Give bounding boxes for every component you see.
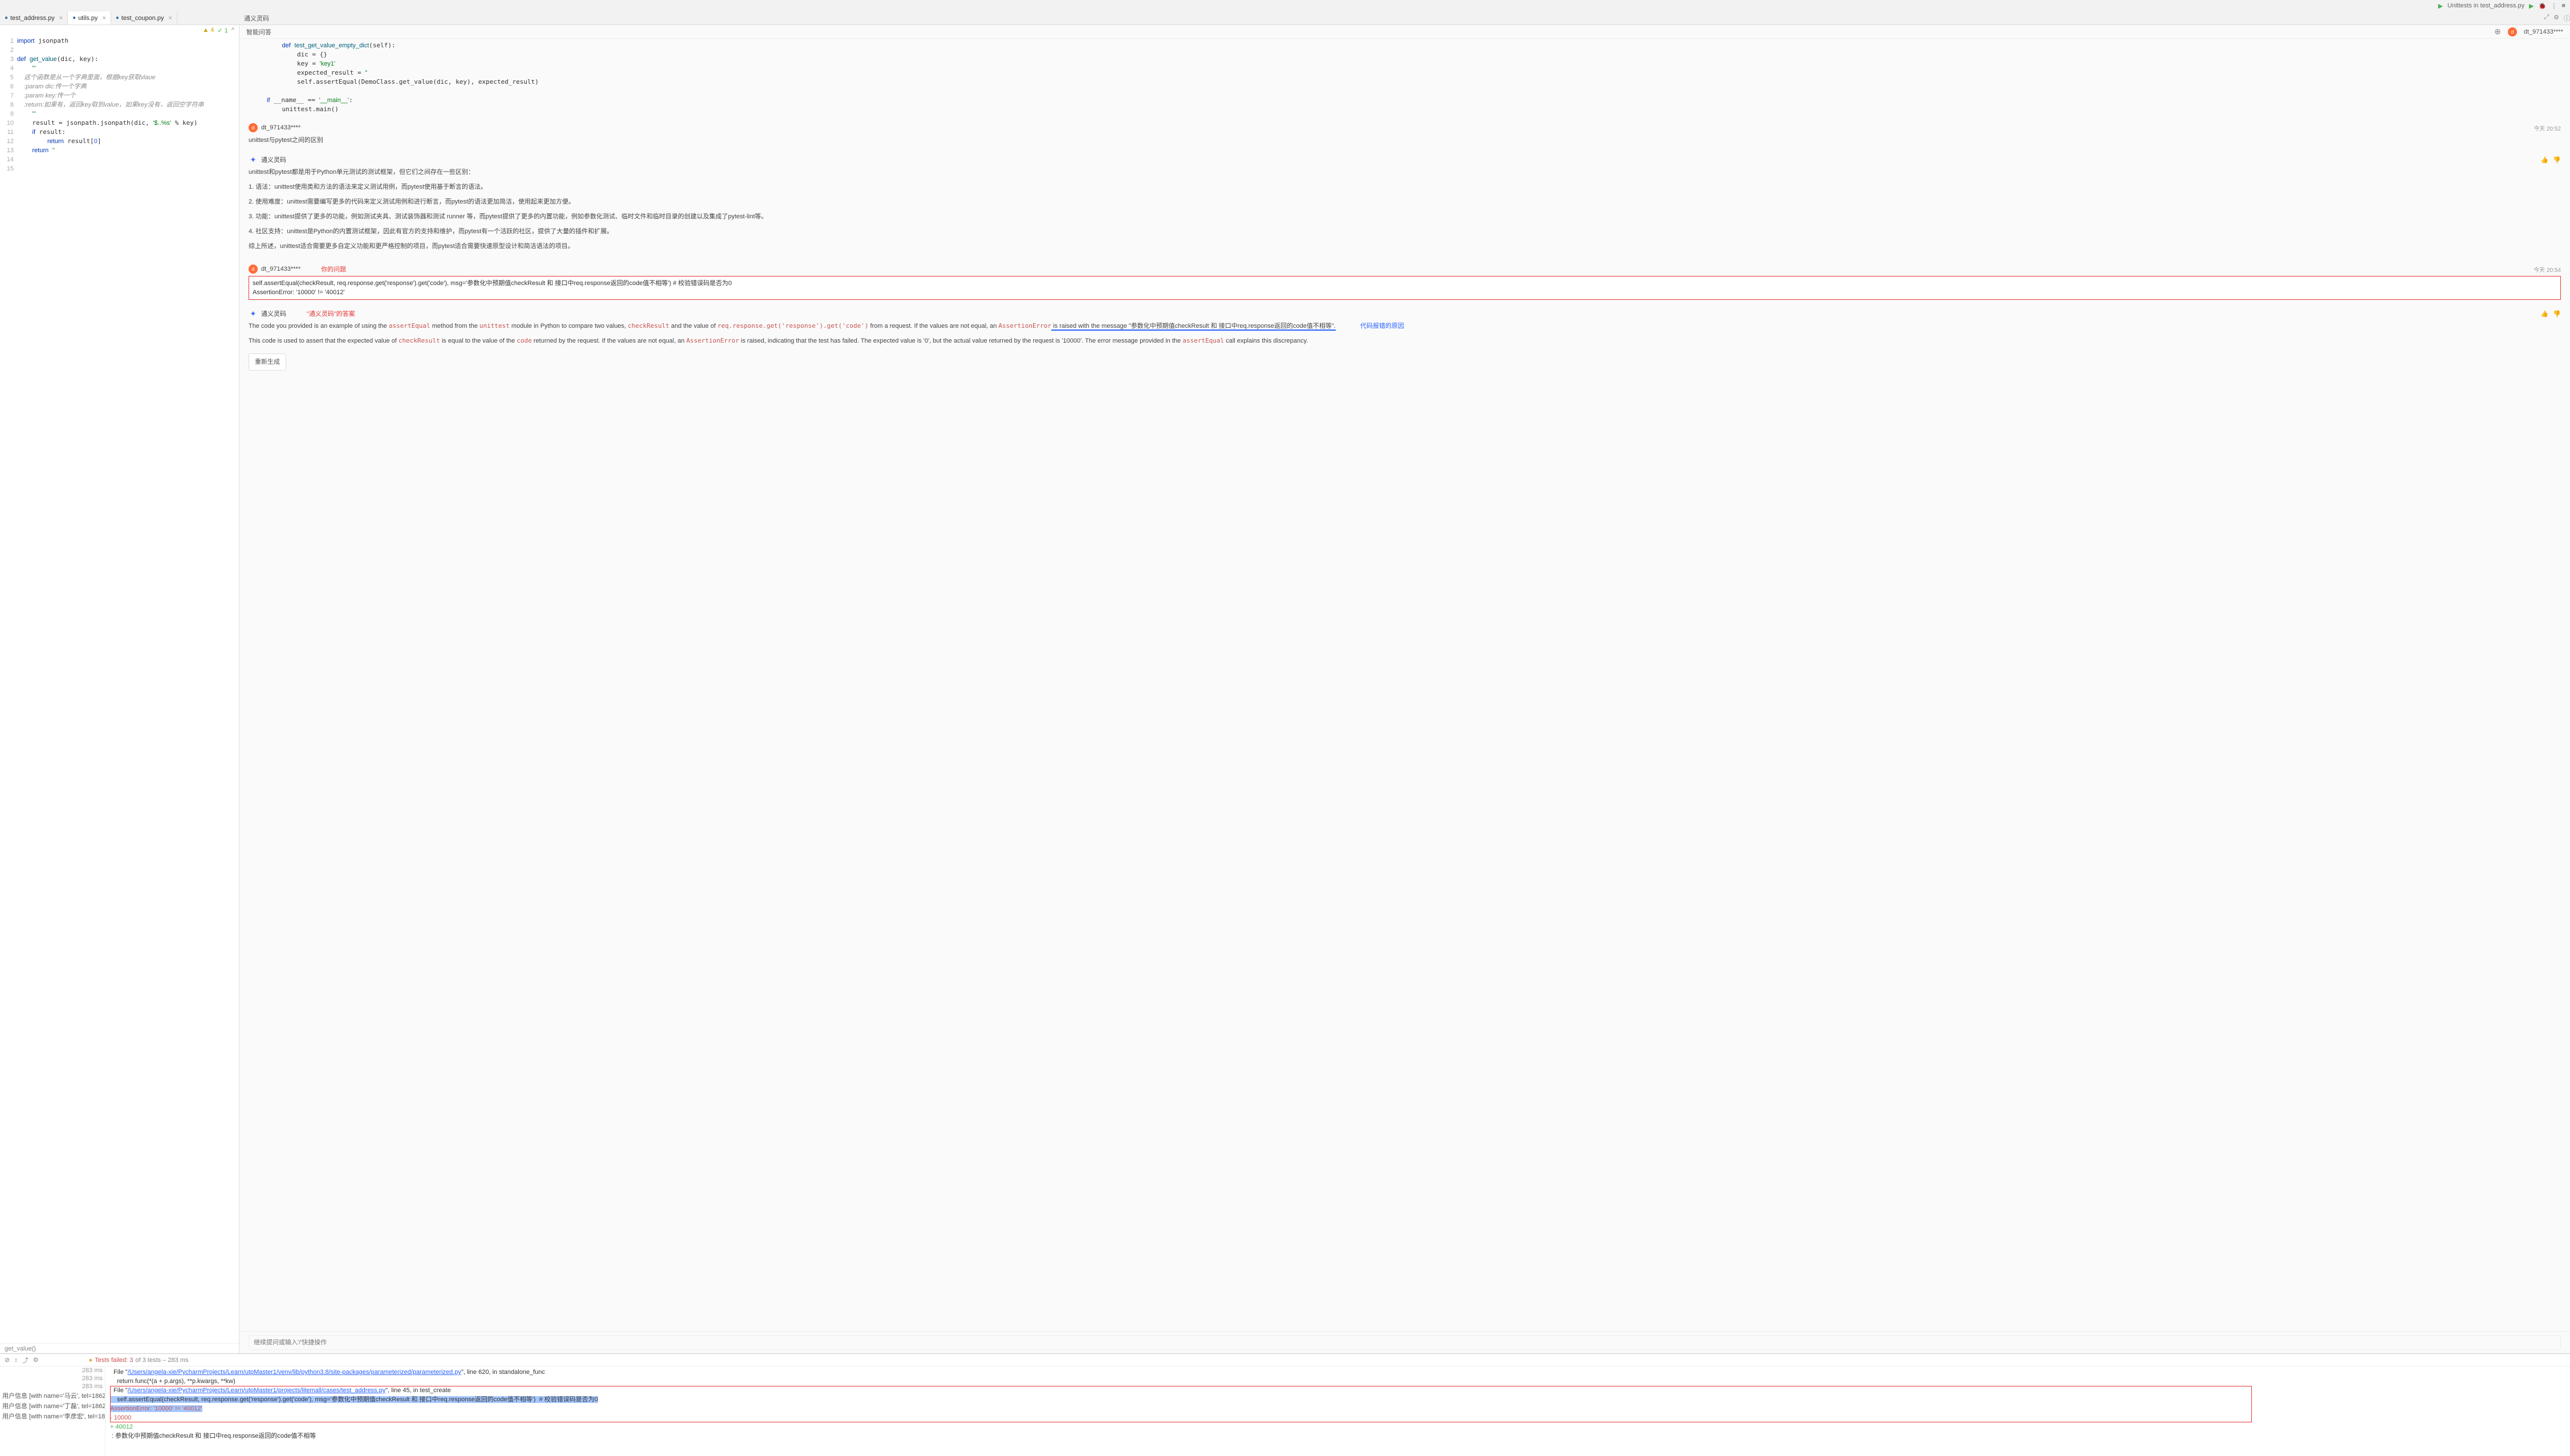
annotation-label: "通义灵码"的答案 (307, 309, 355, 318)
export-icon[interactable]: ⤴ (22, 1356, 29, 1365)
thumbs-down-icon[interactable]: 👎 (2553, 156, 2561, 164)
thumbs-up-icon[interactable]: 👍 (2541, 156, 2549, 164)
error-line: AssertionError: '10000' != '40012' (253, 288, 2557, 297)
test-row[interactable]: 283 ms (0, 1366, 105, 1374)
msg-text: 2. 使用难度：unittest需要编写更多的代码来定义测试用例和进行断言，而p… (249, 196, 2561, 208)
filter-icon[interactable]: ⊘ (5, 1356, 10, 1364)
test-row[interactable]: 用户信息 [with name='李彦宏', tel=18663 ms (0, 1411, 105, 1421)
fail-icon: ● (89, 1357, 93, 1364)
more-icon[interactable]: ⋮ (2551, 2, 2557, 10)
run-icon[interactable]: ▶ (2529, 2, 2534, 10)
chat-panel-title: 通义灵码 ⤢ ⚙ ⓘ (239, 11, 2570, 25)
chat-expand-icon[interactable]: ⤢ (2544, 14, 2549, 23)
msg-user: dt_971433**** (261, 124, 300, 131)
file-link[interactable]: /Users/angela-xie/PycharmProjects/Learn/… (128, 1387, 385, 1394)
msg-text: 1. 语法：unittest使用类和方法的语法来定义测试用例，而pytest使用… (249, 181, 2561, 193)
user-avatar: d (249, 265, 258, 274)
test-console[interactable]: File "/Users/angela-xie/PycharmProjects/… (105, 1366, 2570, 1456)
test-summary: of 3 tests – 283 ms (136, 1357, 189, 1364)
tab-test-coupon[interactable]: ●test_coupon.py × (111, 11, 177, 25)
highlighted-line: self.assertEqual(checkResult, req.respon… (110, 1396, 598, 1403)
msg-bot-name: 通义灵码 (261, 155, 286, 164)
msg-text: unittest和pytest都是用于Python单元测试的测试框架，但它们之间… (249, 166, 2561, 178)
python-icon: ● (116, 15, 119, 21)
close-icon[interactable]: × (59, 15, 63, 22)
bottom-panel: ⊘ ↕ ⤴ ⚙ ● Tests failed: 3 of 3 tests – 2… (0, 1353, 2570, 1456)
msg-text: The code you provided is an example of u… (249, 320, 2561, 332)
file-link[interactable]: /Users/angela-xie/PycharmProjects/Learn/… (128, 1369, 461, 1376)
code-content[interactable]: import jsonpath def get_value(dic, key):… (17, 35, 239, 1343)
chat-tab-label[interactable]: 智能问答 (246, 27, 271, 36)
annotation-label: 你的问题 (321, 265, 346, 274)
user-avatar[interactable]: d (2508, 27, 2517, 36)
debug-icon[interactable]: 🐞 (2539, 2, 2547, 10)
msg-text: 综上所述，unittest适合需要更多自定义功能和更严格控制的项目，而pytes… (249, 241, 2561, 252)
chat-input[interactable] (249, 1335, 2561, 1350)
test-row[interactable]: 用户信息 [with name='马云', tel=1862154 ms (0, 1390, 105, 1401)
msg-time: 今天 20:52 (2534, 124, 2561, 132)
python-icon: ● (72, 15, 76, 21)
msg-text: This code is used to assert that the exp… (249, 335, 2561, 347)
test-row[interactable]: 283 ms (0, 1374, 105, 1382)
run-config-icon[interactable]: ▶ (2438, 2, 2443, 10)
check-indicator[interactable]: ✓ 1 (217, 27, 227, 34)
chat-info-icon[interactable]: ⓘ (2564, 14, 2570, 23)
error-line: self.assertEqual(checkResult, req.respon… (253, 279, 2557, 288)
ide-topbar: ▶ Unittests in test_address.py ▶ 🐞 ⋮ ■ (0, 0, 2570, 11)
bot-message: ✦ 通义灵码 👍 👎 unittest和pytest都是用于Python单元测试的… (239, 151, 2570, 260)
msg-text: unittest与pytest之间的区别 (249, 137, 323, 144)
msg-bot-name: 通义灵码 (261, 309, 286, 318)
bot-message: ✦ 通义灵码 "通义灵码"的答案 👍 👎 The code you provide… (239, 304, 2570, 375)
test-tree[interactable]: 283 ms 283 ms 283 ms 用户信息 [with name='马云… (0, 1366, 105, 1456)
user-message: d dt_971433**** 你的问题 今天 20:54 self.asser… (239, 260, 2570, 304)
chat-settings-icon[interactable]: ⚙ (2553, 14, 2559, 23)
test-row[interactable]: 用户信息 [with name='丁磊', tel=1862166 ms (0, 1401, 105, 1411)
msg-user: dt_971433**** (261, 266, 300, 273)
run-config-label[interactable]: Unittests in test_address.py (2447, 2, 2524, 9)
settings-icon[interactable]: ⚙ (33, 1356, 39, 1364)
chevron-indicator[interactable]: ^ (231, 27, 234, 34)
breadcrumb[interactable]: get_value() (0, 1343, 239, 1353)
tab-test-address[interactable]: ●test_address.py × (0, 11, 68, 25)
chat-pane: 智能问答 ⊕ d dt_971433**** def test_get_valu… (239, 25, 2570, 1353)
tab-label: utils.py (78, 15, 97, 22)
error-question-box: self.assertEqual(checkResult, req.respon… (249, 276, 2561, 300)
test-row[interactable]: 283 ms (0, 1382, 105, 1390)
python-icon: ● (5, 15, 8, 21)
user-name: dt_971433**** (2524, 29, 2563, 35)
line-gutter: 123456789101112131415 (0, 35, 17, 1343)
close-icon[interactable]: × (169, 15, 172, 22)
fail-count: Tests failed: 3 (95, 1357, 133, 1364)
msg-text: 4. 社区支持：unittest是Python的内置测试框架，因此有官方的支持和… (249, 226, 2561, 237)
assertion-error: AssertionError: '10000' != '40012' (110, 1405, 202, 1412)
thumbs-down-icon[interactable]: 👎 (2553, 310, 2561, 318)
regenerate-button[interactable]: 重新生成 (249, 353, 286, 371)
tab-label: test_coupon.py (121, 15, 164, 22)
bot-icon: ✦ (249, 155, 258, 164)
user-avatar: d (249, 123, 258, 132)
close-icon[interactable]: × (102, 15, 105, 22)
bot-icon: ✦ (249, 309, 258, 318)
editor-pane: ▲ 4 ✓ 1 ^ 123456789101112131415 import j… (0, 25, 239, 1353)
thumbs-up-icon[interactable]: 👍 (2541, 310, 2549, 318)
tab-utils[interactable]: ●utils.py × (68, 11, 111, 25)
sort-icon[interactable]: ↕ (14, 1357, 18, 1364)
stop-icon[interactable]: ■ (2561, 2, 2565, 9)
warning-indicator[interactable]: ▲ 4 (202, 27, 214, 34)
code-editor[interactable]: 123456789101112131415 import jsonpath de… (0, 35, 239, 1343)
new-chat-icon[interactable]: ⊕ (2494, 27, 2501, 36)
msg-time: 今天 20:54 (2534, 265, 2561, 274)
annotation-side-label: 代码报错的原因 (1360, 323, 1404, 330)
test-status: ● Tests failed: 3 of 3 tests – 283 ms (89, 1357, 189, 1364)
msg-text: 3. 功能：unittest提供了更多的功能，例如测试夹具、测试装饰器和测试 r… (249, 211, 2561, 222)
tabs-row: ●test_address.py× ●utils.py× ●test_coupo… (0, 11, 2570, 25)
tab-label: test_address.py (10, 15, 55, 22)
chat-codeblock: def test_get_value_empty_dict(self): dic… (239, 39, 2570, 119)
user-message: d dt_971433**** 今天 20:52 unittest与pytest… (239, 119, 2570, 151)
